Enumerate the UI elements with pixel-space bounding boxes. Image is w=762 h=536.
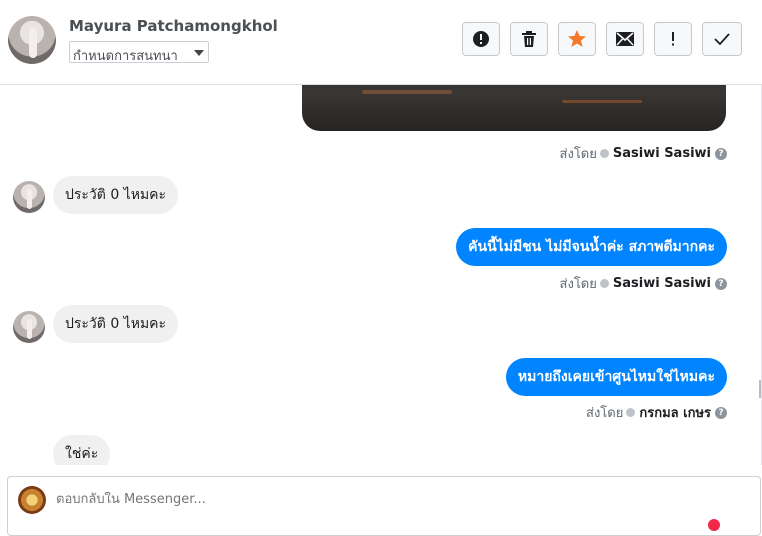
page-avatar <box>18 486 46 514</box>
trash-icon <box>522 31 536 47</box>
reply-input[interactable] <box>56 492 456 507</box>
contact-avatar-small <box>13 181 45 213</box>
mark-unread-button[interactable] <box>606 22 644 56</box>
star-icon <box>568 30 586 47</box>
help-icon[interactable]: ? <box>715 147 727 160</box>
help-icon[interactable]: ? <box>715 406 727 419</box>
scrollbar-thumb[interactable] <box>759 380 761 398</box>
sent-by-row: ส่งโดย Sasiwi Sasiwi ? <box>560 143 727 164</box>
incoming-message[interactable]: ประวัติ 0 ไหมคะ <box>53 305 179 343</box>
sender-name[interactable]: Sasiwi Sasiwi <box>613 276 711 291</box>
done-button[interactable] <box>702 22 742 56</box>
incoming-message[interactable]: ประวัติ 0 ไหมคะ <box>53 176 179 214</box>
check-icon <box>714 33 730 46</box>
conversation-label-text: กำหนดการสนทนา <box>73 49 178 63</box>
follow-up-button[interactable] <box>654 22 692 56</box>
exclamation-circle-icon <box>473 31 489 47</box>
caret-down-icon <box>194 50 204 56</box>
sent-by-label: ส่งโดย <box>559 277 597 292</box>
outgoing-message[interactable]: คันนี้ไม่มีชน ไม่มีจนน้ำค่ะ สภาพดีมากคะ <box>456 228 727 266</box>
outgoing-message[interactable]: หมายถึงเคยเข้าศูนไหมใช่ไหมคะ <box>505 358 727 396</box>
help-icon[interactable]: ? <box>715 277 727 290</box>
seen-check-icon <box>599 149 609 158</box>
sender-name[interactable]: Sasiwi Sasiwi <box>613 146 711 161</box>
envelope-icon <box>616 32 634 46</box>
contact-avatar[interactable] <box>8 16 56 64</box>
sent-by-label: ส่งโดย <box>586 406 624 421</box>
sent-by-row: ส่งโดย กรกมล เกษร ? <box>586 402 727 423</box>
conversation-label-select[interactable]: กำหนดการสนทนา <box>69 41 209 63</box>
message-thread[interactable]: ส่งโดย Sasiwi Sasiwi ? ประวัติ 0 ไหมคะ ค… <box>0 85 758 465</box>
contact-name[interactable]: Mayura Patchamongkhol <box>69 17 278 35</box>
sent-by-row: ส่งโดย Sasiwi Sasiwi ? <box>560 273 727 294</box>
contact-avatar-small <box>13 311 45 343</box>
delete-button[interactable] <box>510 22 548 56</box>
reaction-icon[interactable] <box>708 519 720 531</box>
sent-by-label: ส่งโดย <box>559 147 597 162</box>
incoming-message[interactable]: ใช่ค่ะ <box>53 435 111 465</box>
seen-check-icon <box>599 279 609 288</box>
sent-photo[interactable] <box>302 85 726 131</box>
sender-name[interactable]: กรกมล เกษร <box>639 402 711 423</box>
exclamation-icon <box>672 32 674 46</box>
reply-composer <box>7 476 761 536</box>
star-button[interactable] <box>558 22 596 56</box>
spam-button[interactable] <box>462 22 500 56</box>
seen-check-icon <box>626 408 636 417</box>
conversation-header: Mayura Patchamongkhol กำหนดการสนทนา <box>0 0 762 85</box>
